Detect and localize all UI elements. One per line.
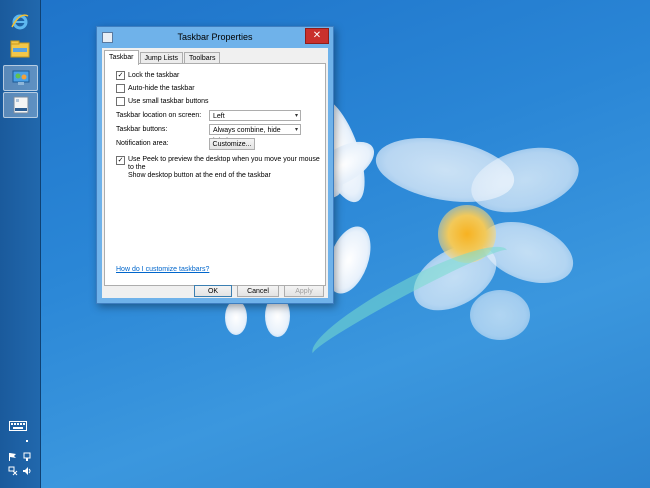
peek-label: Use Peek to preview the desktop when you… bbox=[128, 156, 325, 180]
lock-taskbar-checkbox[interactable]: ✓ bbox=[116, 71, 125, 80]
notification-row: Notification area: bbox=[116, 140, 169, 147]
small-buttons-checkbox[interactable] bbox=[116, 97, 125, 106]
auto-hide-checkbox[interactable] bbox=[116, 84, 125, 93]
chevron-down-icon: ▾ bbox=[294, 127, 298, 133]
peek-label-line1: Use Peek to preview the desktop when you… bbox=[128, 156, 320, 171]
taskbar-buttons-select[interactable]: Always combine, hide labels ▾ bbox=[209, 124, 301, 145]
peek-row[interactable]: ✓ Use Peek to preview the desktop when y… bbox=[116, 156, 325, 180]
location-value: Left bbox=[213, 113, 225, 120]
taskbar-properties-icon bbox=[13, 96, 28, 114]
network-icon bbox=[23, 452, 31, 461]
close-button[interactable]: ✕ bbox=[305, 28, 329, 44]
file-explorer-button[interactable] bbox=[3, 37, 36, 61]
control-panel-icon bbox=[12, 70, 29, 85]
title-bar[interactable]: Taskbar Properties ✕ bbox=[97, 27, 333, 47]
volume-button[interactable] bbox=[22, 466, 32, 476]
keyboard-icon bbox=[9, 421, 27, 431]
action-center-button[interactable] bbox=[8, 452, 18, 462]
auto-hide-row[interactable]: Auto-hide the taskbar bbox=[116, 84, 195, 93]
peek-label-line2: Show desktop button at the end of the ta… bbox=[128, 172, 271, 179]
taskbar bbox=[0, 0, 41, 488]
internet-explorer-button[interactable] bbox=[3, 10, 36, 34]
location-label: Taskbar location on screen: bbox=[116, 112, 202, 119]
cancel-button[interactable]: Cancel bbox=[237, 285, 279, 297]
lock-taskbar-row[interactable]: ✓ Lock the taskbar bbox=[116, 71, 179, 80]
flag-icon bbox=[9, 453, 16, 461]
volume-icon bbox=[23, 467, 31, 475]
network-status-button[interactable] bbox=[8, 466, 18, 476]
tab-strip: Taskbar Jump Lists Toolbars bbox=[104, 50, 221, 65]
network-status-icon bbox=[8, 466, 18, 476]
dialog-client: Taskbar Jump Lists Toolbars ✓ Lock the t… bbox=[102, 48, 328, 298]
network-button[interactable] bbox=[22, 452, 32, 462]
peek-checkbox[interactable]: ✓ bbox=[116, 156, 125, 165]
help-link[interactable]: How do I customize taskbars? bbox=[116, 266, 209, 273]
touch-keyboard-button[interactable] bbox=[9, 421, 27, 431]
notification-label: Notification area: bbox=[116, 140, 169, 147]
customize-button[interactable]: Customize... bbox=[209, 138, 255, 150]
auto-hide-label: Auto-hide the taskbar bbox=[128, 85, 195, 92]
location-select[interactable]: Left ▾ bbox=[209, 110, 301, 121]
chevron-down-icon: ▾ bbox=[294, 113, 298, 119]
apply-button[interactable]: Apply bbox=[284, 285, 324, 297]
file-explorer-icon bbox=[10, 40, 29, 58]
flower-petal bbox=[470, 290, 530, 340]
lock-taskbar-label: Lock the taskbar bbox=[128, 72, 180, 79]
flower-petal bbox=[225, 300, 247, 335]
tab-taskbar[interactable]: Taskbar bbox=[104, 50, 139, 65]
small-buttons-row[interactable]: Use small taskbar buttons bbox=[116, 97, 209, 106]
dialog-title: Taskbar Properties bbox=[177, 32, 253, 42]
location-row: Taskbar location on screen: bbox=[116, 112, 201, 119]
close-icon: ✕ bbox=[312, 30, 322, 41]
ok-button[interactable]: OK bbox=[194, 285, 232, 297]
tray-overflow-dot bbox=[26, 440, 28, 442]
taskbar-buttons-row: Taskbar buttons: bbox=[116, 126, 167, 133]
taskbar-properties-dialog: Taskbar Properties ✕ Taskbar Jump Lists … bbox=[96, 26, 334, 304]
small-buttons-label: Use small taskbar buttons bbox=[128, 98, 209, 105]
internet-explorer-icon bbox=[10, 14, 28, 30]
control-panel-button[interactable] bbox=[3, 65, 38, 91]
taskbar-properties-button[interactable] bbox=[3, 92, 38, 118]
taskbar-buttons-label: Taskbar buttons: bbox=[116, 126, 168, 133]
taskbar-tab-panel: ✓ Lock the taskbar Auto-hide the taskbar… bbox=[104, 63, 326, 286]
